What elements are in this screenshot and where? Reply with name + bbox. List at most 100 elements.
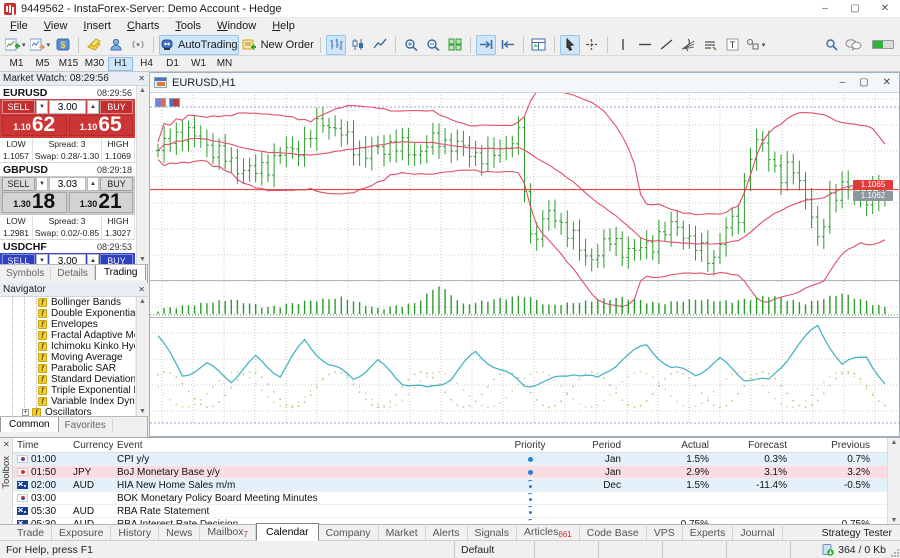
sell-button[interactable]: SELL [2,100,35,114]
trendline-button[interactable] [657,35,677,55]
navigator-item-double-exponential[interactable]: fDouble Exponential [0,308,135,319]
navigator-scrollbar[interactable]: ▲ ▼ [136,297,148,416]
chart-shift-button[interactable] [498,35,518,55]
zoom-out-button[interactable] [423,35,443,55]
autotrading-button[interactable]: AutoTrading [159,35,239,55]
column-header-actual[interactable]: Actual [625,440,713,451]
menu-window[interactable]: Window [209,19,264,33]
toolbox-tab-history[interactable]: History [111,526,159,540]
close-button[interactable]: ✕ [870,0,900,17]
timeframe-mn[interactable]: MN [212,57,237,71]
resize-grip[interactable] [891,549,899,557]
scroll-up-icon[interactable]: ▲ [139,87,146,94]
volume-dropdown[interactable]: ▼ [36,100,48,114]
market-watch-tab-details[interactable]: Details [51,267,95,280]
one-click-trading-icon[interactable] [155,98,166,107]
timeframe-w1[interactable]: W1 [186,57,211,71]
new-chart-button[interactable]: ▾ [4,35,27,55]
bid-price[interactable]: 1.3018 [2,192,67,213]
toolbox-tab-code-base[interactable]: Code Base [580,526,647,540]
volume-field[interactable]: 3.00 [49,254,86,264]
history-center-button[interactable]: $ [53,35,73,55]
menu-charts[interactable]: Charts [119,19,167,33]
chart-canvas[interactable]: 1.1065 1.1062 [150,93,899,436]
market-watch-tab-symbols[interactable]: Symbols [0,267,51,280]
signals-button[interactable] [128,35,148,55]
toolbox-tab-trade[interactable]: Trade [10,526,52,540]
volume-field[interactable]: 3.03 [49,177,86,191]
buy-button[interactable]: BUY [100,177,133,191]
menu-insert[interactable]: Insert [75,19,119,33]
cursor-button[interactable] [560,35,580,55]
profiles-button[interactable]: ▾ [29,35,52,55]
search-icon[interactable] [821,35,841,55]
column-header-priority[interactable]: Priority [499,440,561,451]
column-header-event[interactable]: Event [113,440,499,451]
column-header-currency[interactable]: Currency [69,440,113,451]
ask-price[interactable]: 1.3021 [69,192,134,213]
toolbox-tab-signals[interactable]: Signals [468,526,517,540]
calendar-scrollbar[interactable]: ▲ ▼ [887,438,900,525]
chart-list-button[interactable] [529,35,549,55]
toolbox-tab-mailbox[interactable]: Mailbox7 [200,525,256,540]
chat-icon[interactable] [843,35,863,55]
navigator-item-bollinger-bands[interactable]: fBollinger Bands [0,297,135,308]
chart-restore-button[interactable]: ▢ [859,77,868,88]
menu-view[interactable]: View [36,19,76,33]
horizontal-line-button[interactable] [635,35,655,55]
timeframe-m15[interactable]: M15 [56,57,81,71]
volume-field[interactable]: 3.00 [49,100,86,114]
chart-title-bar[interactable]: EURUSD,H1 – ▢ ✕ [150,73,899,93]
close-icon[interactable]: ✕ [138,285,145,294]
column-header-forecast[interactable]: Forecast [713,440,791,451]
toolbox-tab-journal[interactable]: Journal [733,526,782,540]
toolbox-tab-company[interactable]: Company [319,526,379,540]
calendar-row[interactable]: 02:00AUDHIA New Home Sales m/mDec1.5%-11… [13,479,887,492]
strategy-tester-tab[interactable]: Strategy Tester [822,527,892,540]
buy-button[interactable]: BUY [100,100,133,114]
fibonacci-button[interactable] [679,35,699,55]
volume-up[interactable]: ▲ [87,177,99,191]
line-mode-button[interactable] [370,35,390,55]
column-header-previous[interactable]: Previous [791,440,874,451]
crosshair-button[interactable] [582,35,602,55]
vertical-line-button[interactable] [613,35,633,55]
depth-of-market-icon[interactable] [169,98,180,107]
shapes-button[interactable]: ▾ [745,35,767,55]
navigator-item-envelopes[interactable]: fEnvelopes [0,319,135,330]
volume-dropdown[interactable]: ▼ [36,177,48,191]
volume-up[interactable]: ▲ [87,100,99,114]
navigator-item-triple-exponential-n[interactable]: fTriple Exponential N [0,385,135,396]
accounts-button[interactable] [106,35,126,55]
scroll-down-icon[interactable]: ▼ [139,256,146,263]
menu-tools[interactable]: Tools [167,19,209,33]
market-watch-button[interactable] [84,35,104,55]
market-watch-tab-tick[interactable]: Tick [146,267,147,280]
close-icon[interactable]: ✕ [3,440,10,449]
toolbox-tab-market[interactable]: Market [379,526,426,540]
navigator-tab-common[interactable]: Common [0,416,59,432]
price-chart[interactable] [150,93,899,436]
navigator-item-fractal-adaptive-mo[interactable]: fFractal Adaptive Mo [0,330,135,341]
tile-windows-button[interactable] [445,35,465,55]
toolbox-tab-vps[interactable]: VPS [647,526,683,540]
toolbox-tab-alerts[interactable]: Alerts [426,526,468,540]
navigator-item-standard-deviation[interactable]: fStandard Deviation [0,374,135,385]
navigator-item-parabolic-sar[interactable]: fParabolic SAR [0,363,135,374]
timeframe-d1[interactable]: D1 [160,57,185,71]
scroll-up-icon[interactable]: ▲ [139,298,146,305]
navigator-group-oscillators[interactable]: +fOscillators [0,407,135,416]
toolbox-tab-news[interactable]: News [159,526,200,540]
toolbox-tab-exposure[interactable]: Exposure [52,526,111,540]
navigator-tab-favorites[interactable]: Favorites [59,419,113,432]
autoscroll-button[interactable] [476,35,496,55]
minimize-button[interactable]: – [810,0,840,17]
calendar-row[interactable]: 01:00CPI y/yJan1.5%0.3%0.7% [13,453,887,466]
expand-icon[interactable]: + [22,409,29,416]
toolbox-tab-experts[interactable]: Experts [683,526,734,540]
zoom-in-button[interactable] [401,35,421,55]
timeframe-h4[interactable]: H4 [134,57,159,71]
status-profile[interactable]: Default [455,541,535,558]
column-header-period[interactable]: Period [561,440,625,451]
new-order-button[interactable]: New Order [241,35,315,55]
